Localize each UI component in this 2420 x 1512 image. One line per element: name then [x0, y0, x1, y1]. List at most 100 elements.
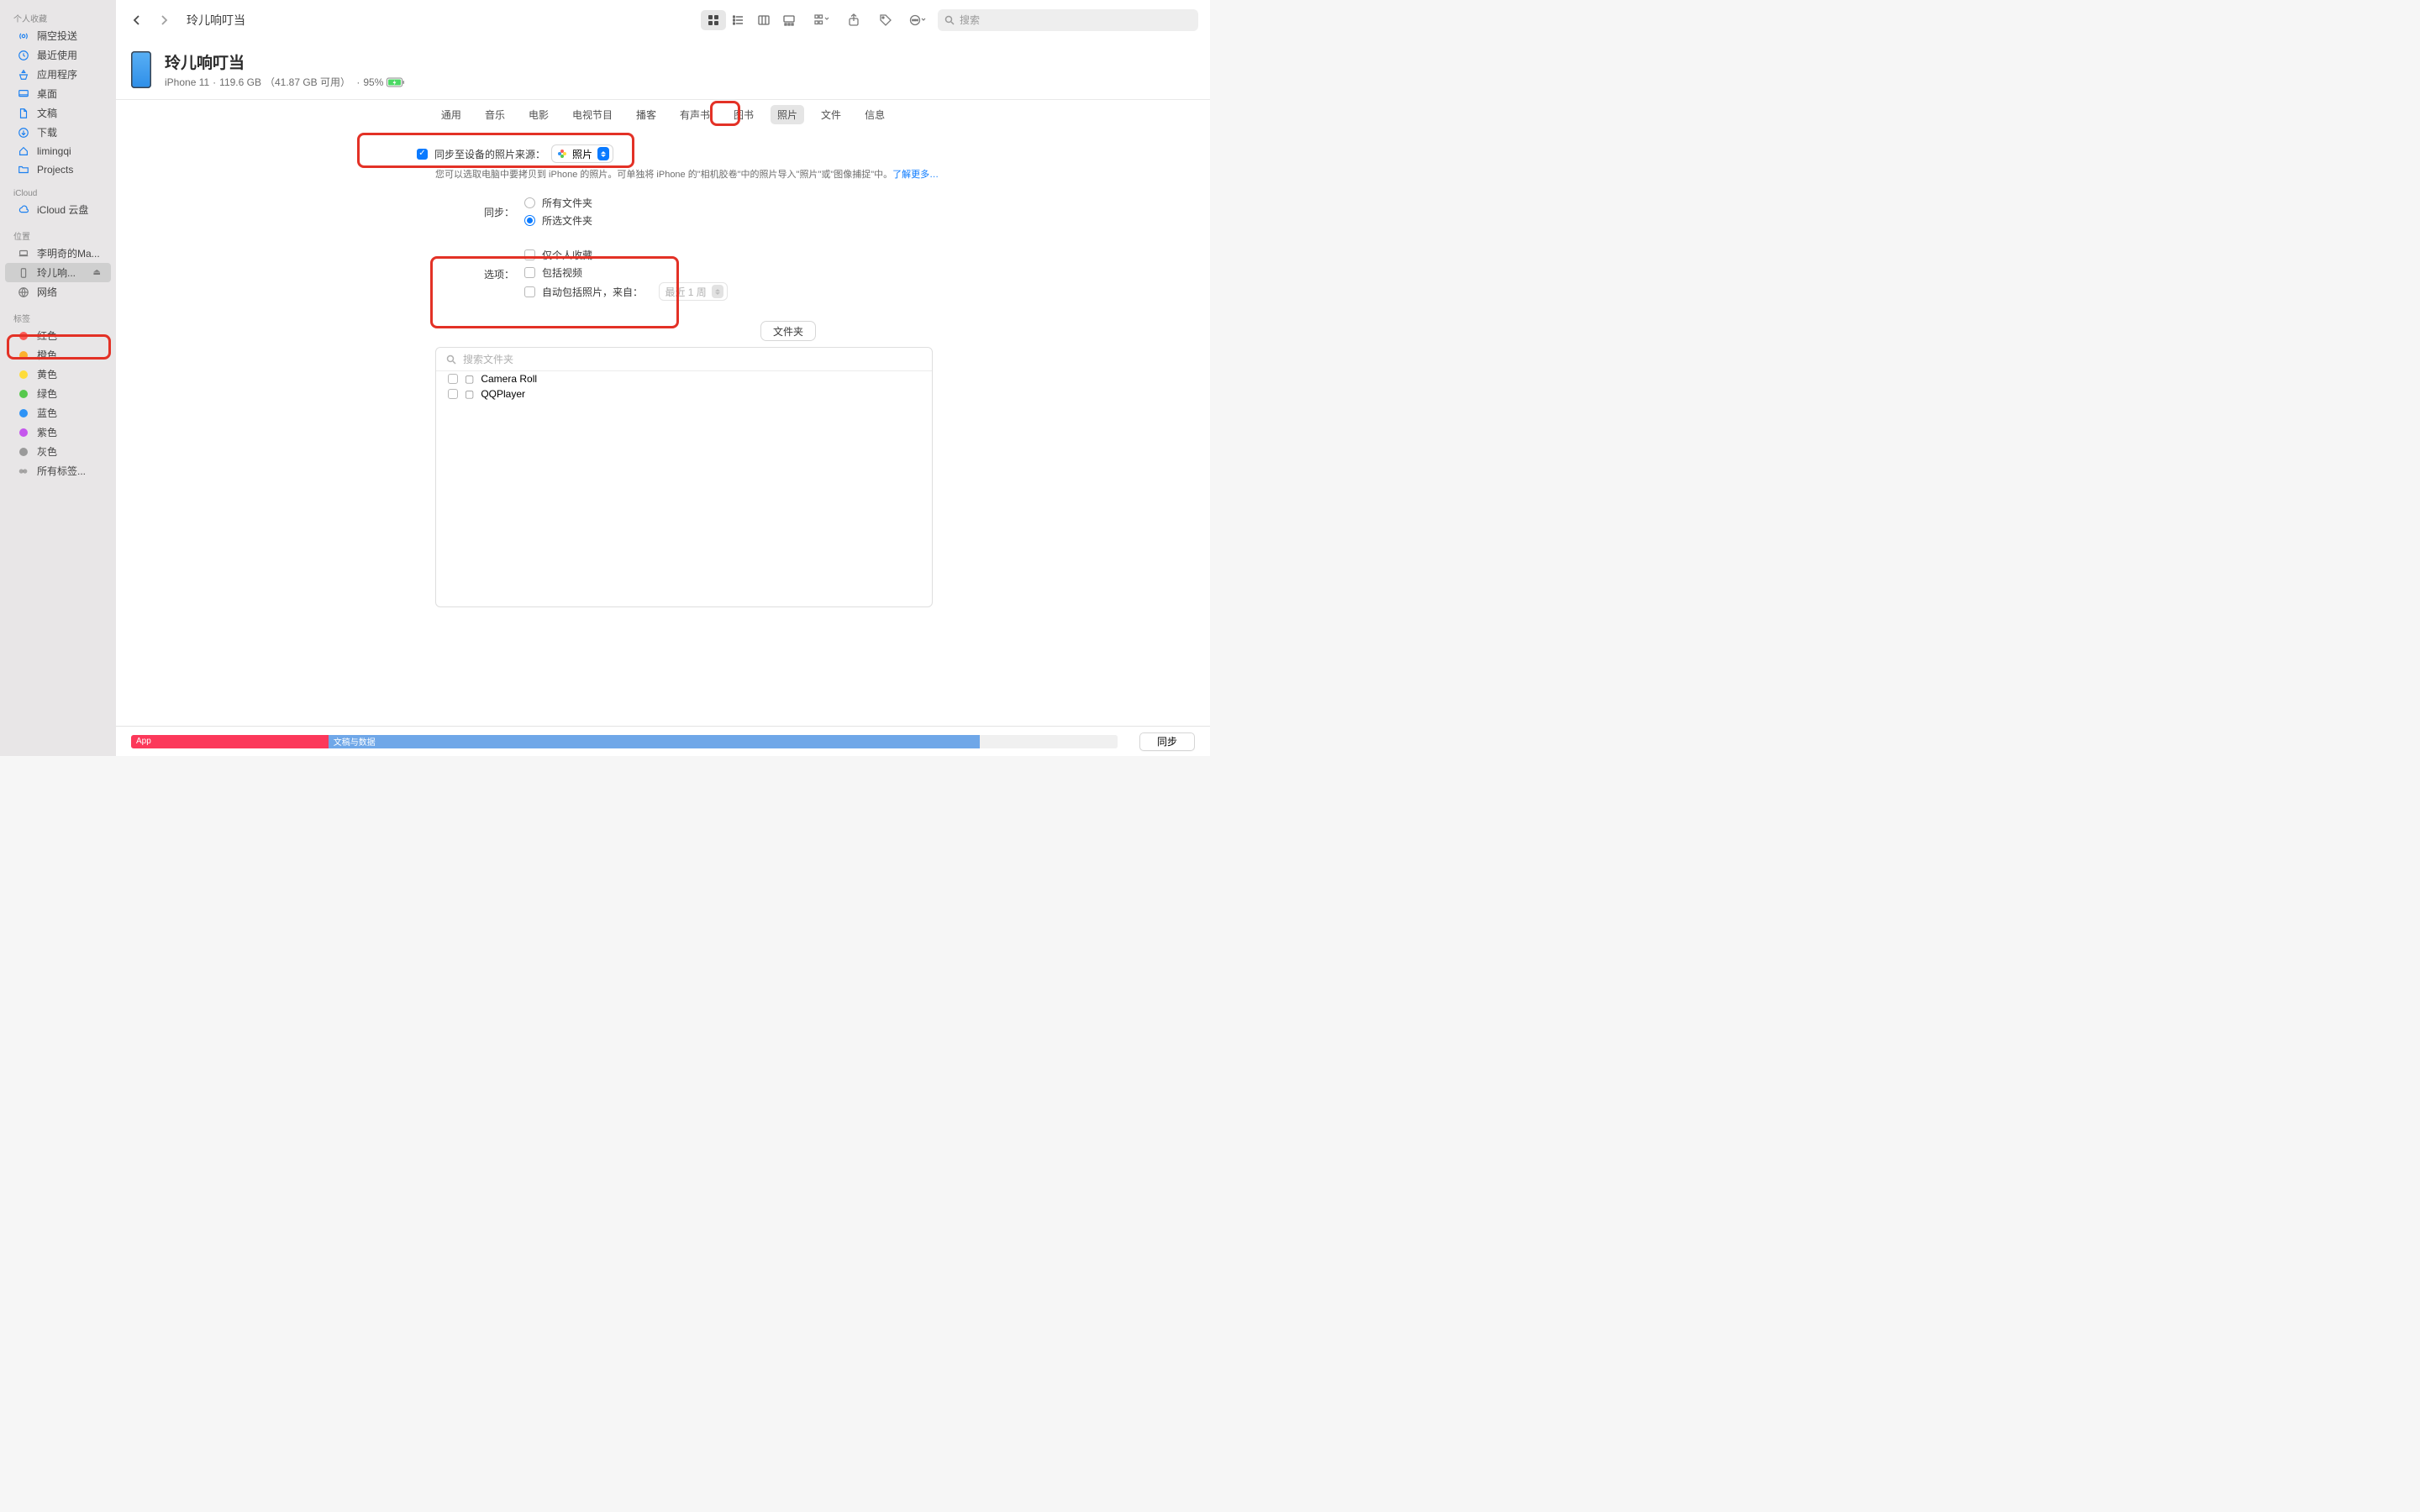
sidebar-item-icloud-drive[interactable]: iCloud 云盘	[0, 200, 116, 219]
sidebar-header-locations: 位置	[0, 224, 116, 244]
tag-dot-icon	[19, 332, 28, 340]
back-button[interactable]	[128, 11, 146, 29]
folder-icon	[17, 163, 30, 176]
folders-segment-control[interactable]: 文件夹	[761, 322, 815, 340]
sidebar-label: 下载	[37, 125, 57, 139]
sidebar-label: 蓝色	[37, 406, 57, 420]
source-popup[interactable]: 照片	[552, 145, 613, 162]
folder-list[interactable]: ▢Camera Roll ▢QQPlayer	[436, 371, 932, 606]
storage-bar: App文稿与数据	[131, 735, 1118, 748]
sidebar-label: 紫色	[37, 425, 57, 439]
folder-checkbox[interactable]	[448, 374, 458, 384]
sidebar-header-icloud: iCloud	[0, 184, 116, 200]
sidebar-tag-red[interactable]: 红色	[0, 326, 116, 345]
tab-照片[interactable]: 照片	[771, 105, 804, 124]
tab-信息[interactable]: 信息	[858, 105, 892, 124]
sync-photos-checkbox[interactable]	[417, 149, 428, 160]
sidebar-item-downloads[interactable]: 下载	[0, 123, 116, 142]
tab-图书[interactable]: 图书	[727, 105, 760, 124]
sidebar-label: limingqi	[37, 145, 71, 157]
sidebar-header-favorites: 个人收藏	[0, 7, 116, 26]
include-videos-label: 包括视频	[542, 265, 582, 280]
learn-more-link[interactable]: 了解更多…	[892, 170, 939, 180]
sidebar-tag-gray[interactable]: 灰色	[0, 442, 116, 461]
main-panel: 玲儿响叮当 搜索 玲儿响叮当 iPhone 11 · 119.6 GB （41.…	[116, 0, 1210, 756]
eject-icon[interactable]: ⏏	[93, 268, 101, 277]
group-button[interactable]	[810, 10, 834, 30]
tab-通用[interactable]: 通用	[434, 105, 468, 124]
folder-search[interactable]: 搜索文件夹	[436, 348, 932, 371]
tab-电视节目[interactable]: 电视节目	[566, 105, 619, 124]
sidebar-item-mac[interactable]: 李明奇的Ma...	[0, 244, 116, 263]
search-placeholder: 搜索	[960, 13, 980, 27]
action-button[interactable]	[906, 10, 929, 30]
sidebar-label: 文稿	[37, 106, 57, 120]
tab-播客[interactable]: 播客	[629, 105, 663, 124]
auto-period-value: 最近 1 周	[665, 285, 706, 299]
sidebar-tag-yellow[interactable]: 黄色	[0, 365, 116, 384]
sidebar-tag-purple[interactable]: 紫色	[0, 423, 116, 442]
tag-dot-icon	[19, 351, 28, 360]
auto-include-label: 自动包括照片，来自：	[542, 285, 643, 299]
sidebar-item-network[interactable]: 网络	[0, 282, 116, 302]
sidebar-label: 黄色	[37, 367, 57, 381]
forward-button[interactable]	[155, 11, 173, 29]
search-icon	[446, 354, 456, 365]
sidebar-tag-orange[interactable]: 橙色	[0, 345, 116, 365]
device-name: 玲儿响叮当	[165, 50, 405, 73]
sidebar-item-applications[interactable]: 应用程序	[0, 65, 116, 84]
sidebar-item-home[interactable]: limingqi	[0, 142, 116, 160]
sidebar-item-documents[interactable]: 文稿	[0, 103, 116, 123]
sidebar-tag-green[interactable]: 绿色	[0, 384, 116, 403]
sync-button[interactable]: 同步	[1139, 732, 1195, 751]
folder-name: Camera Roll	[481, 373, 537, 385]
view-list-button[interactable]	[726, 10, 751, 30]
sidebar-item-desktop[interactable]: 桌面	[0, 84, 116, 103]
sidebar-tag-blue[interactable]: 蓝色	[0, 403, 116, 423]
sidebar-item-airdrop[interactable]: 隔空投送	[0, 26, 116, 45]
content-area: 同步至设备的照片来源： 照片 您可以选取电脑中要拷贝到 iPhone 的照片。可…	[116, 134, 1210, 726]
sidebar-label: 网络	[37, 285, 57, 299]
search-input[interactable]: 搜索	[938, 9, 1198, 31]
share-button[interactable]	[842, 10, 865, 30]
sidebar-item-recents[interactable]: 最近使用	[0, 45, 116, 65]
sync-all-radio[interactable]	[524, 197, 535, 208]
tab-音乐[interactable]: 音乐	[478, 105, 512, 124]
sidebar-header-tags: 标签	[0, 307, 116, 326]
auto-include-checkbox[interactable]	[524, 286, 535, 297]
folder-box: 搜索文件夹 ▢Camera Roll ▢QQPlayer	[435, 347, 933, 607]
toolbar: 玲儿响叮当 搜索	[116, 0, 1210, 40]
sidebar-label: 隔空投送	[37, 29, 77, 43]
tab-电影[interactable]: 电影	[522, 105, 555, 124]
tag-dot-icon	[19, 370, 28, 379]
folder-checkbox[interactable]	[448, 389, 458, 399]
include-videos-checkbox[interactable]	[524, 267, 535, 278]
folder-row[interactable]: ▢Camera Roll	[436, 371, 932, 386]
folder-search-placeholder: 搜索文件夹	[463, 352, 513, 366]
sidebar-label: 应用程序	[37, 67, 77, 81]
auto-period-popup: 最近 1 周	[660, 283, 726, 300]
view-icon-button[interactable]	[701, 10, 726, 30]
clock-icon	[17, 49, 30, 62]
view-gallery-button[interactable]	[776, 10, 802, 30]
view-column-button[interactable]	[751, 10, 776, 30]
tab-有声书[interactable]: 有声书	[673, 105, 717, 124]
tag-dot-icon	[19, 448, 28, 456]
apps-icon	[17, 68, 30, 81]
sidebar: 个人收藏 隔空投送 最近使用 应用程序 桌面 文稿 下载 limingqi Pr…	[0, 0, 116, 756]
sidebar-all-tags[interactable]: 所有标签...	[0, 461, 116, 480]
device-phone-icon	[131, 51, 151, 88]
tag-dot-icon	[19, 409, 28, 417]
device-model: iPhone 11	[165, 76, 209, 88]
sidebar-item-iphone[interactable]: 玲儿响...⏏	[5, 263, 111, 282]
sidebar-label: Projects	[37, 164, 73, 176]
favorites-only-checkbox[interactable]	[524, 249, 535, 260]
help-text: 您可以选取电脑中要拷贝到 iPhone 的照片。可单独将 iPhone 的"相机…	[435, 167, 1160, 181]
folder-row[interactable]: ▢QQPlayer	[436, 386, 932, 402]
tab-文件[interactable]: 文件	[814, 105, 848, 124]
sidebar-item-projects[interactable]: Projects	[0, 160, 116, 179]
document-icon	[17, 107, 30, 120]
sync-selected-radio[interactable]	[524, 215, 535, 226]
tag-button[interactable]	[874, 10, 897, 30]
popup-arrows-icon	[597, 147, 609, 160]
